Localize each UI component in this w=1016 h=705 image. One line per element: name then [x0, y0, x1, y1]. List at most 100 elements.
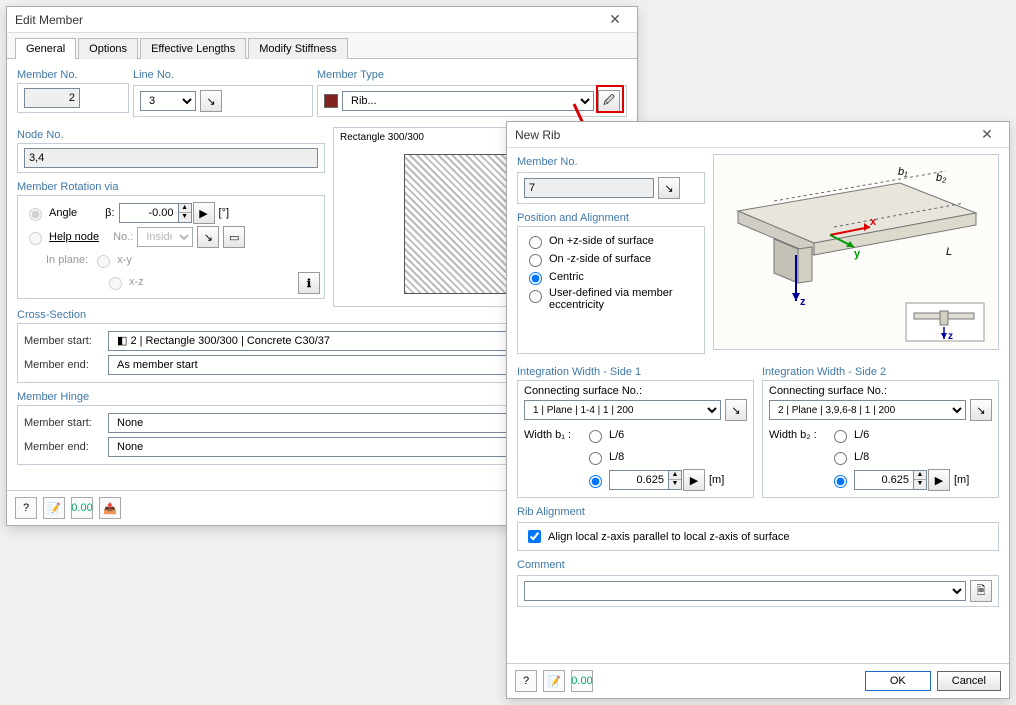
- beta-unit: [°]: [219, 207, 230, 219]
- svg-text:z: z: [948, 331, 953, 342]
- comment-select[interactable]: [524, 581, 966, 601]
- ok-button-2[interactable]: OK: [865, 671, 931, 691]
- xz-label: x-z: [129, 276, 144, 288]
- title-text: Edit Member: [15, 13, 601, 27]
- position-label: Position and Alignment: [517, 210, 705, 226]
- member-type-label: Member Type: [317, 67, 627, 83]
- side2-L8-radio[interactable]: [834, 452, 847, 465]
- close-icon-2[interactable]: ✕: [973, 124, 1001, 146]
- side1-L6-radio[interactable]: [589, 430, 602, 443]
- side1-custom-radio[interactable]: [589, 475, 602, 488]
- xy-radio[interactable]: [97, 255, 110, 268]
- side2-custom-radio[interactable]: [834, 475, 847, 488]
- tabs: General Options Effective Lengths Modify…: [7, 33, 637, 59]
- xz-radio[interactable]: [109, 277, 122, 290]
- side1-surface-select[interactable]: 1 | Plane | 1-4 | 1 | 200: [524, 400, 721, 420]
- svg-text:b₁: b₁: [898, 166, 908, 178]
- pick-member-icon[interactable]: ↘: [658, 177, 680, 199]
- comment-browse-icon[interactable]: 🗎: [970, 580, 992, 602]
- svg-text:x: x: [870, 216, 877, 228]
- node-no-label: Node No.: [17, 127, 325, 143]
- member-type-color-icon: [324, 94, 338, 108]
- xy-label: x-y: [117, 254, 132, 266]
- side2-L6: L/6: [854, 429, 869, 441]
- tab-options[interactable]: Options: [78, 38, 138, 59]
- side1-unit: [m]: [709, 474, 724, 486]
- cs-start-label: Member start:: [24, 335, 104, 347]
- rotation-label: Member Rotation via: [17, 179, 325, 195]
- pos-centric-radio[interactable]: [529, 272, 542, 285]
- tab-general[interactable]: General: [15, 38, 76, 59]
- rib-member-no-label: Member No.: [517, 154, 705, 170]
- editnote-icon-2[interactable]: 📝: [543, 670, 565, 692]
- beta-input[interactable]: [119, 203, 179, 223]
- titlebar-new-rib: New Rib ✕: [507, 122, 1009, 148]
- side1-label: Integration Width - Side 1: [517, 364, 754, 380]
- info-icon[interactable]: ℹ: [298, 272, 320, 294]
- beta-label: β:: [105, 207, 114, 219]
- angle-label: Angle: [49, 207, 77, 219]
- side2-L6-radio[interactable]: [834, 430, 847, 443]
- close-icon[interactable]: ✕: [601, 9, 629, 31]
- pick-node-icon[interactable]: ↘: [197, 226, 219, 248]
- pos-user-radio[interactable]: [529, 290, 542, 303]
- side1-step-icon[interactable]: ▶: [683, 469, 705, 491]
- side2-spinner[interactable]: ▲▼: [914, 470, 927, 490]
- node-no-input[interactable]: [24, 148, 318, 168]
- pos-opt2: On -z-side of surface: [549, 253, 651, 265]
- svg-text:y: y: [854, 248, 861, 260]
- cancel-button[interactable]: Cancel: [937, 671, 1001, 691]
- pos-opt3: Centric: [549, 271, 584, 283]
- helpnode-radio[interactable]: [29, 232, 42, 245]
- line-no-select[interactable]: 3: [140, 91, 196, 111]
- side1-L6: L/6: [609, 429, 624, 441]
- rib-align-label: Rib Alignment: [517, 504, 999, 520]
- side1-pick-icon[interactable]: ↘: [725, 399, 747, 421]
- rib-diagram: b₁ b₂ L x y z z: [713, 154, 999, 350]
- help-icon[interactable]: ?: [15, 497, 37, 519]
- side2-surface-select[interactable]: 2 | Plane | 3,9,6-8 | 1 | 200: [769, 400, 966, 420]
- preview-label: Rectangle 300/300: [340, 132, 424, 143]
- new-rib-window: New Rib ✕ Member No. ↘ Position and Alig…: [506, 121, 1010, 699]
- side1-width-label: Width b₁ :: [524, 429, 580, 441]
- align-text: Align local z-axis parallel to local z-a…: [548, 531, 790, 543]
- inside-select[interactable]: Inside: [137, 227, 193, 247]
- cs-end-label: Member end:: [24, 359, 104, 371]
- side2-width-input[interactable]: [854, 470, 914, 490]
- pos-opt1: On +z-side of surface: [549, 235, 654, 247]
- inplane-label: In plane:: [46, 254, 88, 266]
- align-checkbox[interactable]: [528, 530, 541, 543]
- svg-text:z: z: [800, 296, 806, 308]
- member-type-select[interactable]: Rib...: [342, 91, 594, 111]
- side2-pick-icon[interactable]: ↘: [970, 399, 992, 421]
- side2-label: Integration Width - Side 2: [762, 364, 999, 380]
- tab-modify-stiffness[interactable]: Modify Stiffness: [248, 38, 347, 59]
- side1-width-input[interactable]: [609, 470, 669, 490]
- new-node-icon[interactable]: ▭: [223, 226, 245, 248]
- side2-step-icon[interactable]: ▶: [928, 469, 950, 491]
- pick-line-icon[interactable]: ↘: [200, 90, 222, 112]
- side1-spinner[interactable]: ▲▼: [669, 470, 682, 490]
- side1-L8-radio[interactable]: [589, 452, 602, 465]
- pos-plusz-radio[interactable]: [529, 236, 542, 249]
- units-icon-2[interactable]: 0.00: [571, 670, 593, 692]
- units-icon[interactable]: 0.00: [71, 497, 93, 519]
- export-icon[interactable]: 📤: [99, 497, 121, 519]
- editnote-icon[interactable]: 📝: [43, 497, 65, 519]
- rib-member-no-input[interactable]: [524, 178, 654, 198]
- side2-L8: L/8: [854, 451, 869, 463]
- pos-minusz-radio[interactable]: [529, 254, 542, 267]
- title-text-2: New Rib: [515, 128, 973, 142]
- beta-step-button[interactable]: ▶: [193, 202, 215, 224]
- pos-opt4: User-defined via member eccentricity: [549, 287, 689, 311]
- cs-start-select[interactable]: ◧ 2 | Rectangle 300/300 | Concrete C30/3…: [108, 331, 564, 351]
- help-icon-2[interactable]: ?: [515, 670, 537, 692]
- side2-unit: [m]: [954, 474, 969, 486]
- tab-effective-lengths[interactable]: Effective Lengths: [140, 38, 246, 59]
- cs-end-select[interactable]: As member start: [108, 355, 566, 375]
- beta-spinner[interactable]: ▲▼: [179, 203, 192, 223]
- side1-L8: L/8: [609, 451, 624, 463]
- angle-radio[interactable]: [29, 208, 42, 221]
- member-no-input[interactable]: [24, 88, 80, 108]
- highlight-box: [596, 85, 624, 113]
